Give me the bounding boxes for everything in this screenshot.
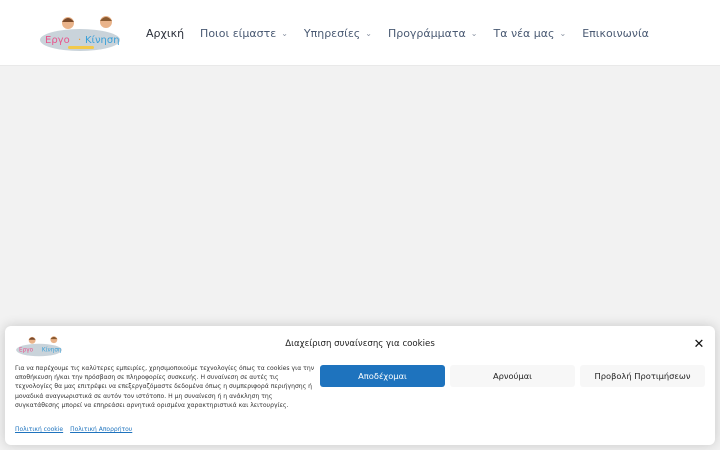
nav-item-1[interactable]: Ποιοι είμαστε ⌄: [200, 27, 288, 40]
nav-item-2[interactable]: Υπηρεσίες ⌄: [304, 27, 372, 40]
privacy-policy-link[interactable]: Πολιτική Απορρήτου: [70, 426, 132, 433]
cookie-policy-links: Πολιτική cookie Πολιτική Απορρήτου: [15, 426, 137, 433]
nav-item-3[interactable]: Προγράμματα ⌄: [388, 27, 478, 40]
view-preferences-button[interactable]: Προβολή Προτιμήσεων: [580, 365, 705, 387]
accept-button[interactable]: Αποδέχομαι: [320, 365, 445, 387]
nav-item-0[interactable]: Αρχική: [146, 27, 184, 40]
main-navigation: Αρχική Ποιοι είμαστε ⌄ Υπηρεσίες ⌄ Προγράμματ…: [146, 0, 665, 66]
nav-item-label: Αρχική: [146, 26, 185, 40]
site-logo[interactable]: Εργο · Κίνηση: [38, 12, 122, 54]
nav-item-5[interactable]: Επικοινωνία: [582, 27, 649, 40]
nav-item-label: Ποιοι είμαστε: [200, 26, 277, 40]
cookie-policy-link[interactable]: Πολιτική cookie: [15, 426, 63, 433]
close-icon[interactable]: ✕: [690, 336, 708, 354]
chevron-down-icon: ⌄: [365, 28, 372, 38]
svg-text:·: ·: [78, 35, 81, 46]
nav-item-label: Τα νέα μας: [493, 26, 555, 40]
nav-item-label: Υπηρεσίες: [303, 26, 361, 40]
nav-item-label: Επικοινωνία: [582, 26, 649, 40]
cookie-banner-text: Για να παρέχουμε τις καλύτερες εμπειρίες…: [15, 365, 315, 409]
deny-button[interactable]: Αρνούμαι: [450, 365, 575, 387]
nav-item-label: Προγράμματα: [387, 26, 466, 40]
svg-text:Κίνηση: Κίνηση: [85, 34, 120, 46]
chevron-down-icon: ⌄: [470, 28, 478, 38]
chevron-down-icon: ⌄: [559, 28, 567, 38]
cookie-banner-title: Διαχείριση συναίνεσης για cookies: [285, 339, 435, 349]
chevron-down-icon: ⌄: [281, 28, 288, 38]
nav-item-4[interactable]: Τα νέα μας ⌄: [494, 27, 567, 40]
cookie-consent-banner: Εργο Κίνηση Διαχείριση συναίνεσης για co…: [5, 326, 715, 445]
svg-text:Εργο: Εργο: [45, 35, 70, 46]
site-header: Εργο · Κίνηση Αρχική Ποιοι είμαστε ⌄ Υπηρεσ…: [0, 0, 720, 66]
